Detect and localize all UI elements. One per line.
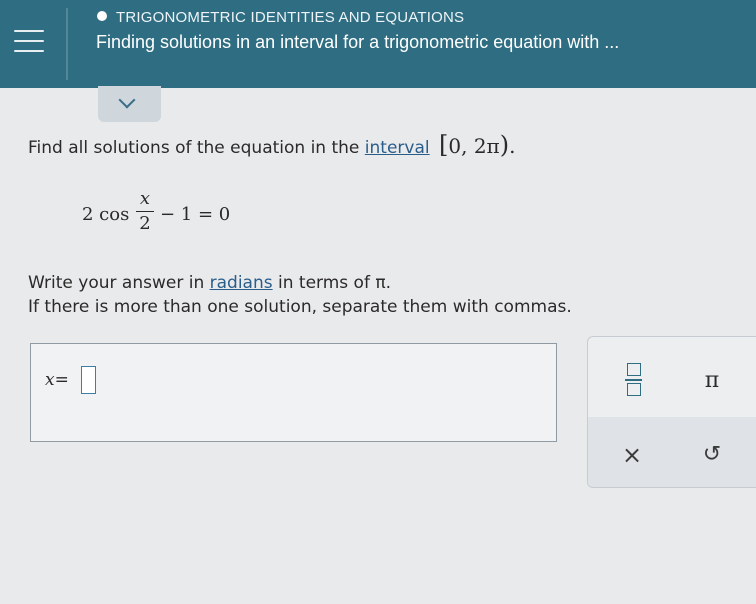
chevron-down-icon xyxy=(118,91,136,109)
instruction-line-2: If there is more than one solution, sepa… xyxy=(28,297,572,317)
question-prompt: Find all solutions of the equation in th… xyxy=(28,131,515,159)
topic-bullet-icon xyxy=(97,11,107,21)
equation-fraction: x 2 xyxy=(136,188,154,235)
equation-tail: − 1 = 0 xyxy=(160,204,231,225)
fraction-denominator: 2 xyxy=(139,213,151,234)
clear-key[interactable]: × xyxy=(612,435,652,475)
answer-area[interactable]: x= xyxy=(30,343,557,442)
equation-lead: 2 cos xyxy=(82,204,130,225)
page-title: Finding solutions in an interval for a t… xyxy=(96,32,620,52)
radians-link[interactable]: radians xyxy=(210,273,273,293)
fraction-icon xyxy=(627,363,641,376)
header-divider xyxy=(66,8,68,80)
math-keypad: π × ↺ xyxy=(587,336,756,488)
answer-input[interactable] xyxy=(81,366,96,394)
pi-key[interactable]: π xyxy=(692,361,732,401)
fraction-bar xyxy=(136,211,154,212)
answer-variable-label: x= xyxy=(45,370,69,390)
interval-link[interactable]: interval xyxy=(365,138,430,158)
undo-icon[interactable]: ↺ xyxy=(692,435,732,475)
top-header: TRIGONOMETRIC IDENTITIES AND EQUATIONS F… xyxy=(0,0,756,88)
fraction-key[interactable] xyxy=(614,361,654,401)
fraction-numerator: x xyxy=(139,188,151,209)
topic-label: TRIGONOMETRIC IDENTITIES AND EQUATIONS xyxy=(116,9,465,26)
collapse-toggle-button[interactable] xyxy=(98,86,161,122)
menu-icon[interactable] xyxy=(14,26,44,56)
interval-expression: [0, 2π). xyxy=(439,131,516,159)
prompt-text: Find all solutions of the equation in th… xyxy=(28,138,360,158)
instruction-line-1: Write your answer in radians in terms of… xyxy=(28,273,391,293)
